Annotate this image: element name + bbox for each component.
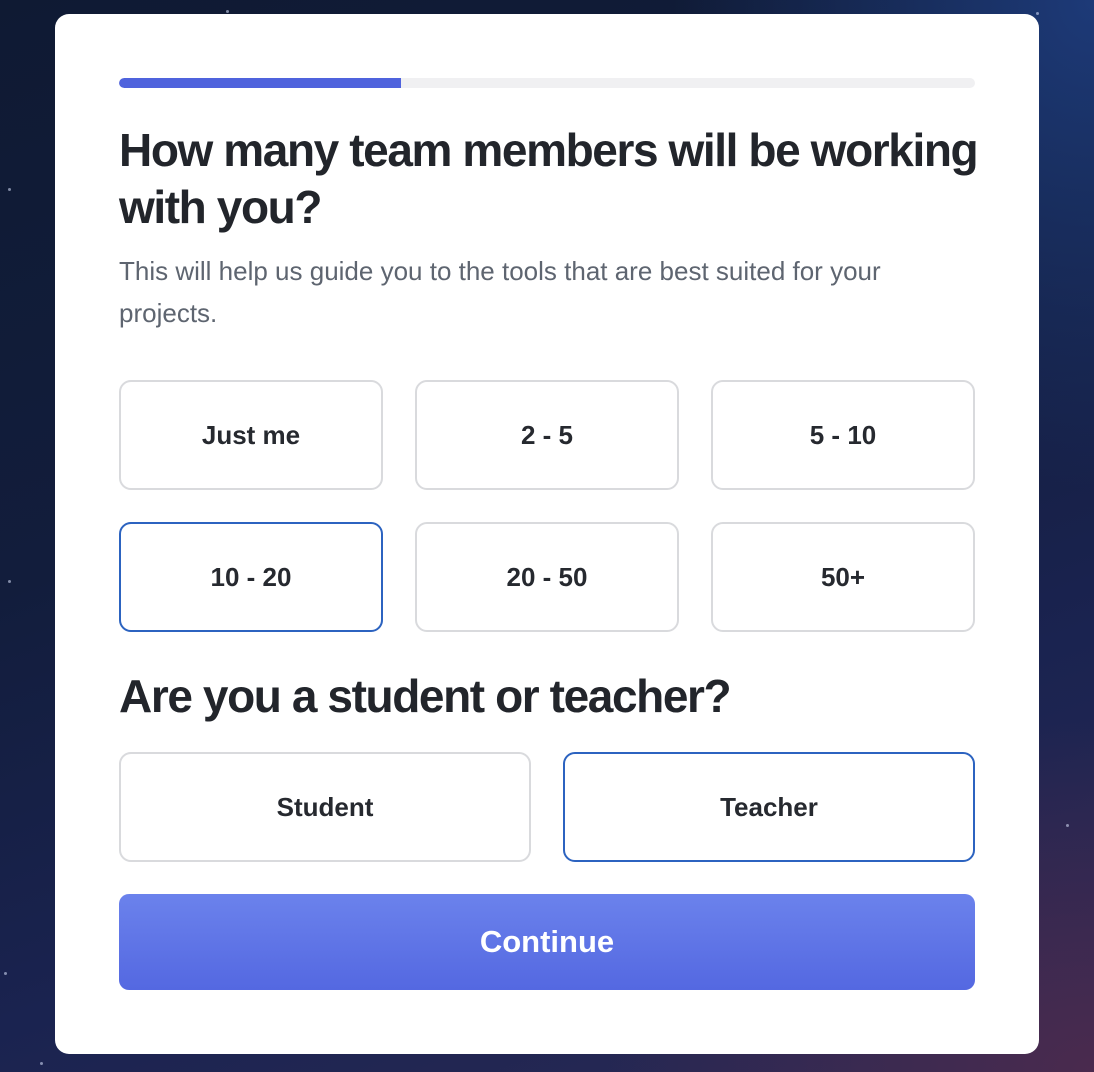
background-star [8,580,11,583]
progress-bar [119,78,975,88]
team-size-description: This will help us guide you to the tools… [119,256,881,328]
background-star [226,10,229,13]
background-star [1066,824,1069,827]
team-size-option-50-plus[interactable]: 50+ [711,522,975,632]
team-size-option-2-5[interactable]: 2 - 5 [415,380,679,490]
team-size-option-just-me[interactable]: Just me [119,380,383,490]
background-star [8,188,11,191]
team-size-option-5-10[interactable]: 5 - 10 [711,380,975,490]
role-option-student[interactable]: Student [119,752,531,862]
continue-button[interactable]: Continue [119,894,975,990]
role-option-teacher[interactable]: Teacher [563,752,975,862]
team-size-option-10-20[interactable]: 10 - 20 [119,522,383,632]
background-star [40,1062,43,1065]
progress-fill [119,78,402,88]
team-size-option-20-50[interactable]: 20 - 50 [415,522,679,632]
background-star [4,972,7,975]
role-question: Are you a student or teacher? [119,670,732,722]
team-size-question: How many team members will be working wi… [119,124,979,233]
onboarding-card: How many team members will be working wi… [55,14,1039,1054]
background-star [1036,12,1039,15]
